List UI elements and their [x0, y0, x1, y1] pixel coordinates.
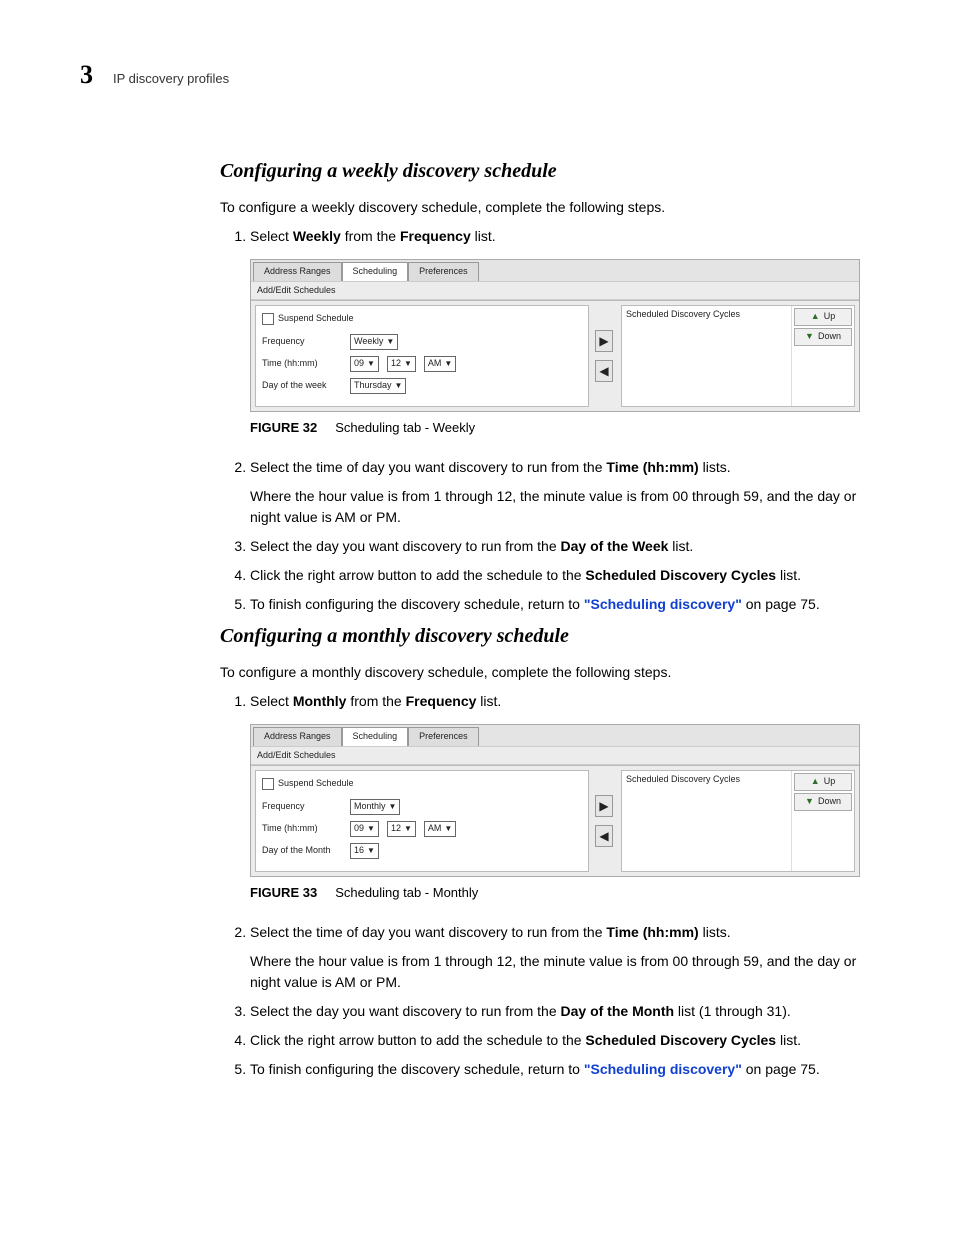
- tab-scheduling[interactable]: Scheduling: [342, 262, 409, 281]
- left-section-title: Add/Edit Schedules: [257, 285, 336, 295]
- move-up-button[interactable]: ▲Up: [794, 308, 852, 326]
- suspend-label: Suspend Schedule: [278, 777, 354, 791]
- chevron-right-icon: ▶: [599, 797, 608, 815]
- frequency-select[interactable]: Monthly▼: [350, 799, 400, 815]
- monthly-step-4: Click the right arrow button to add the …: [250, 1030, 860, 1051]
- tab-preferences[interactable]: Preferences: [408, 262, 479, 281]
- chevron-right-icon: ▶: [599, 332, 608, 350]
- schedule-form: Suspend Schedule Frequency Weekly▼ Time …: [255, 305, 589, 407]
- ampm-select[interactable]: AM▼: [424, 821, 456, 837]
- left-section-title: Add/Edit Schedules: [257, 750, 336, 760]
- frequency-select[interactable]: Weekly▼: [350, 334, 398, 350]
- scheduled-cycles-title: Scheduled Discovery Cycles: [622, 771, 792, 871]
- hour-select[interactable]: 09▼: [350, 356, 379, 372]
- move-up-button[interactable]: ▲Up: [794, 773, 852, 791]
- ampm-select[interactable]: AM▼: [424, 356, 456, 372]
- monthly-step-1: Select Monthly from the Frequency list. …: [250, 691, 860, 902]
- scheduled-cycles-title: Scheduled Discovery Cycles: [622, 306, 792, 406]
- monthly-step-3: Select the day you want discovery to run…: [250, 1001, 860, 1022]
- tab-preferences[interactable]: Preferences: [408, 727, 479, 746]
- move-down-button[interactable]: ▼Down: [794, 793, 852, 811]
- tab-scheduling[interactable]: Scheduling: [342, 727, 409, 746]
- triangle-up-icon: ▲: [811, 775, 820, 789]
- dow-label: Day of the week: [262, 379, 342, 393]
- weekly-step-3: Select the day you want discovery to run…: [250, 536, 860, 557]
- suspend-label: Suspend Schedule: [278, 312, 354, 326]
- hour-select[interactable]: 09▼: [350, 821, 379, 837]
- weekly-step-4: Click the right arrow button to add the …: [250, 565, 860, 586]
- monthly-step-2: Select the time of day you want discover…: [250, 922, 860, 993]
- scheduling-discovery-link[interactable]: "Scheduling discovery": [584, 596, 742, 612]
- figure-33-caption: FIGURE 33Scheduling tab - Monthly: [250, 883, 860, 903]
- dom-label: Day of the Month: [262, 844, 342, 858]
- weekly-step-1: Select Weekly from the Frequency list. A…: [250, 226, 860, 437]
- heading-monthly: Configuring a monthly discovery schedule: [220, 625, 860, 648]
- remove-arrow-button[interactable]: ◀: [595, 825, 613, 847]
- move-down-button[interactable]: ▼Down: [794, 328, 852, 346]
- chevron-left-icon: ◀: [599, 827, 608, 845]
- add-arrow-button[interactable]: ▶: [595, 795, 613, 817]
- monthly-step-2-sub: Where the hour value is from 1 through 1…: [250, 951, 860, 993]
- heading-weekly: Configuring a weekly discovery schedule: [220, 160, 860, 183]
- add-arrow-button[interactable]: ▶: [595, 330, 613, 352]
- weekly-intro: To configure a weekly discovery schedule…: [220, 197, 860, 218]
- frequency-label: Frequency: [262, 335, 342, 349]
- weekly-step-2-sub: Where the hour value is from 1 through 1…: [250, 486, 860, 528]
- dom-select[interactable]: 16▼: [350, 843, 379, 859]
- dow-select[interactable]: Thursday▼: [350, 378, 406, 394]
- scheduling-discovery-link[interactable]: "Scheduling discovery": [584, 1061, 742, 1077]
- time-label: Time (hh:mm): [262, 822, 342, 836]
- tab-address-ranges[interactable]: Address Ranges: [253, 727, 342, 746]
- minute-select[interactable]: 12▼: [387, 356, 416, 372]
- weekly-step-5: To finish configuring the discovery sche…: [250, 594, 860, 615]
- remove-arrow-button[interactable]: ◀: [595, 360, 613, 382]
- monthly-intro: To configure a monthly discovery schedul…: [220, 662, 860, 683]
- triangle-down-icon: ▼: [805, 330, 814, 344]
- section-path: IP discovery profiles: [113, 71, 229, 86]
- chapter-number: 3: [80, 60, 93, 90]
- time-label: Time (hh:mm): [262, 357, 342, 371]
- monthly-step-5: To finish configuring the discovery sche…: [250, 1059, 860, 1080]
- figure-32-caption: FIGURE 32Scheduling tab - Weekly: [250, 418, 860, 438]
- triangle-down-icon: ▼: [805, 795, 814, 809]
- weekly-step-2: Select the time of day you want discover…: [250, 457, 860, 528]
- frequency-label: Frequency: [262, 800, 342, 814]
- triangle-up-icon: ▲: [811, 310, 820, 324]
- minute-select[interactable]: 12▼: [387, 821, 416, 837]
- suspend-checkbox[interactable]: [262, 313, 274, 325]
- chevron-left-icon: ◀: [599, 362, 608, 380]
- figure-32-panel: Address Ranges Scheduling Preferences Ad…: [250, 259, 860, 412]
- tab-address-ranges[interactable]: Address Ranges: [253, 262, 342, 281]
- figure-33-panel: Address Ranges Scheduling Preferences Ad…: [250, 724, 860, 877]
- suspend-checkbox[interactable]: [262, 778, 274, 790]
- schedule-form: Suspend Schedule Frequency Monthly▼ Time…: [255, 770, 589, 872]
